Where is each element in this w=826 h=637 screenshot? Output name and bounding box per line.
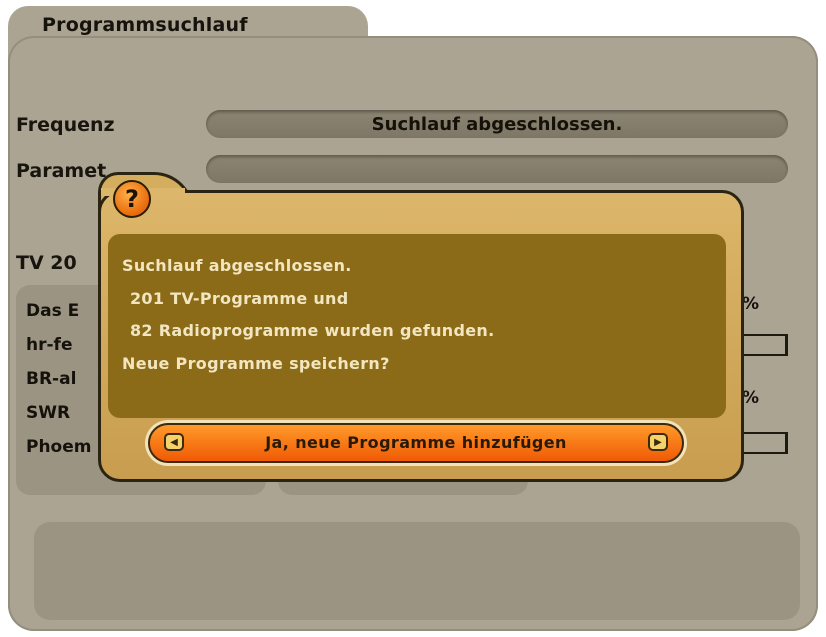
arrow-right-icon[interactable]: ▶ bbox=[648, 433, 668, 451]
list-item: hr-fe bbox=[26, 335, 73, 355]
progress-percent-1: % bbox=[742, 294, 760, 314]
list-item: BR-al bbox=[26, 369, 77, 389]
parameter-label: Paramet bbox=[16, 160, 107, 182]
dialog-message-line: 82 Radioprogramme wurden gefunden. bbox=[130, 321, 495, 340]
dialog-message-line: 201 TV-Programme und bbox=[130, 289, 349, 308]
frequency-field: Suchlauf abgeschlossen. bbox=[206, 110, 788, 138]
dialog-message-line: Suchlauf abgeschlossen. bbox=[122, 256, 352, 275]
tv-count: 20 bbox=[50, 252, 77, 274]
question-icon: ? bbox=[113, 180, 151, 218]
tv-label-text: TV bbox=[16, 252, 44, 274]
page-title: Programmsuchlauf bbox=[42, 14, 248, 36]
progress-percent-2: % bbox=[742, 388, 760, 408]
add-programs-button-label: Ja, neue Programme hinzufügen bbox=[265, 433, 567, 452]
list-item: Phoem bbox=[26, 437, 92, 457]
list-item: SWR bbox=[26, 403, 71, 423]
add-programs-button[interactable]: ◀ Ja, neue Programme hinzufügen ▶ bbox=[148, 423, 684, 463]
dialog-message-line: Neue Programme speichern? bbox=[122, 354, 390, 373]
parameter-field bbox=[206, 155, 788, 183]
progress-bar-1 bbox=[742, 334, 788, 356]
frequency-label: Frequenz bbox=[16, 114, 115, 136]
info-box bbox=[34, 522, 800, 620]
list-item: Das E bbox=[26, 301, 80, 321]
tv-label: TV 20 bbox=[16, 252, 77, 274]
progress-bar-2 bbox=[742, 432, 788, 454]
